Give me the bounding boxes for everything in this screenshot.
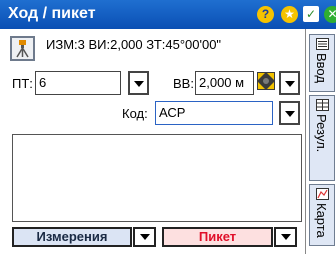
tab-map-label: Карта — [314, 203, 329, 238]
title-bar: Ход / пикет ? ★ ✓ ✕ — [0, 0, 336, 29]
window-title: Ход / пикет — [8, 5, 96, 22]
instrument-button[interactable] — [10, 36, 35, 61]
status-line: ИЗМ:3 ВИ:2,000 ЗТ:45°00'00" — [46, 37, 222, 52]
tab-results[interactable]: Резул. — [309, 95, 335, 181]
code-value: АСР — [159, 105, 186, 120]
pt-label: ПТ: — [12, 76, 33, 91]
pt-dropdown-button[interactable] — [128, 71, 149, 95]
code-input[interactable]: АСР I — [155, 101, 273, 125]
measurements-button[interactable]: Измерения — [12, 227, 132, 247]
list-icon — [316, 38, 329, 50]
side-tab-bar: Ввод Резул. Карта — [305, 29, 336, 254]
notes-textarea[interactable] — [12, 134, 302, 222]
tab-input-label: Ввод — [314, 53, 329, 83]
help-icon[interactable]: ? — [257, 6, 274, 23]
close-icon[interactable]: ✕ — [324, 6, 336, 23]
grid-icon — [316, 99, 329, 111]
vv-label: ВВ: — [173, 76, 194, 91]
picket-button[interactable]: Пикет — [162, 227, 273, 247]
vv-field[interactable]: 2,000 м — [195, 71, 254, 95]
vv-dropdown-button[interactable] — [279, 71, 300, 95]
map-icon — [316, 188, 329, 200]
code-dropdown-button[interactable] — [279, 101, 300, 125]
code-label: Код: — [122, 106, 148, 121]
tab-results-label: Резул. — [314, 114, 329, 153]
measurements-dropdown-button[interactable] — [133, 227, 156, 247]
check-icon[interactable]: ✓ — [303, 6, 319, 22]
tab-map[interactable]: Карта — [309, 184, 335, 246]
tab-input[interactable]: Ввод — [309, 34, 335, 92]
picket-dropdown-button[interactable] — [274, 227, 297, 247]
pt-field[interactable]: 6 — [35, 71, 121, 95]
main-panel: ИЗМ:3 ВИ:2,000 ЗТ:45°00'00" ПТ: 6 ВВ: 2,… — [0, 29, 305, 254]
target-icon[interactable] — [257, 72, 275, 90]
star-icon[interactable]: ★ — [281, 6, 298, 23]
tripod-icon — [16, 40, 29, 58]
